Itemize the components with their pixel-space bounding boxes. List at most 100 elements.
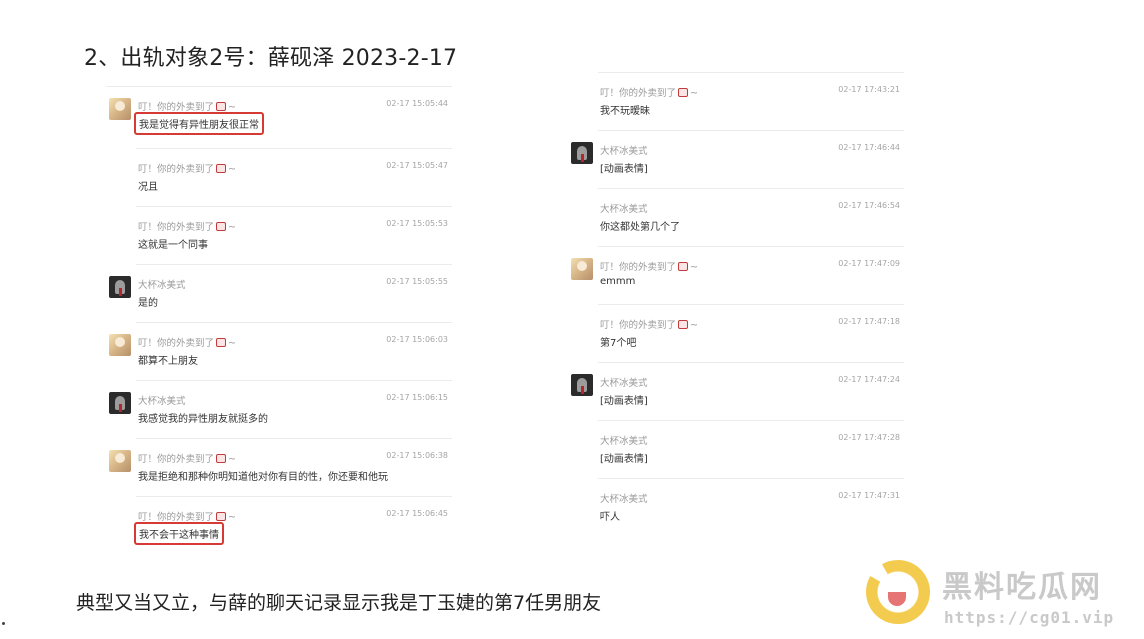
watermark-title: 黑料吃瓜网 <box>942 570 1102 605</box>
chat-message: 大杯冰美式 02-17 17:47:28 [动画表情] <box>568 420 904 478</box>
watermark-url: https://cg01.vip <box>944 608 1115 627</box>
avatar <box>571 142 593 164</box>
chat-message: 叮！你的外卖到了 ~ 02-17 15:06:38 我是拒绝和那种你明知道他对你有目的… <box>106 438 452 496</box>
takeout-box-icon <box>678 88 689 97</box>
message-divider <box>598 304 904 305</box>
message-text: 吓人 <box>600 512 620 523</box>
takeout-box-icon <box>216 102 227 111</box>
sender-name: 大杯冰美式 <box>138 396 186 407</box>
message-divider <box>598 420 904 421</box>
takeout-box-icon <box>678 262 689 271</box>
avatar <box>109 450 131 472</box>
sender-name: 大杯冰美式 <box>600 146 648 157</box>
takeout-box-icon <box>216 222 227 231</box>
message-timestamp: 02-17 17:47:09 <box>838 259 900 268</box>
message-text: 你这都处第几个了 <box>600 222 680 233</box>
message-divider <box>598 362 904 363</box>
message-timestamp: 02-17 17:47:28 <box>838 433 900 442</box>
chat-message: 叮！你的外卖到了 ~ 02-17 15:05:47 况且 <box>106 148 452 206</box>
message-divider <box>136 206 452 207</box>
message-text: 况且 <box>138 182 158 193</box>
message-timestamp: 02-17 15:06:03 <box>386 335 448 344</box>
message-timestamp: 02-17 17:47:18 <box>838 317 900 326</box>
message-text: 第7个吧 <box>600 338 637 349</box>
watermark: 黑料吃瓜网 https://cg01.vip <box>866 560 1136 632</box>
message-divider <box>136 264 452 265</box>
chat-message: 大杯冰美式 02-17 15:06:15 我感觉我的异性朋友就挺多的 <box>106 380 452 438</box>
sender-name: 叮！你的外卖到了 ~ <box>600 88 698 99</box>
message-divider <box>598 72 904 73</box>
chat-message: 叮！你的外卖到了 ~ 02-17 15:05:44 我是觉得有异性朋友很正常 <box>106 86 452 148</box>
message-timestamp: 02-17 17:46:54 <box>838 201 900 210</box>
chat-log-right: 叮！你的外卖到了 ~ 02-17 17:43:21 我不玩暧昧 大杯冰美式 02-17 1… <box>568 72 904 536</box>
message-timestamp: 02-17 17:43:21 <box>838 85 900 94</box>
highlighted-message-text: 我是觉得有异性朋友很正常 <box>134 112 264 135</box>
message-text: 都算不上朋友 <box>138 356 198 367</box>
avatar <box>109 392 131 414</box>
message-text: 我感觉我的异性朋友就挺多的 <box>138 414 268 425</box>
message-text: 我是拒绝和那种你明知道他对你有目的性，你还要和他玩 <box>138 472 388 483</box>
message-text: 这就是一个同事 <box>138 240 208 251</box>
chat-message: 叮！你的外卖到了 ~ 02-17 15:06:03 都算不上朋友 <box>106 322 452 380</box>
message-timestamp: 02-17 15:06:45 <box>386 509 448 518</box>
sender-name: 大杯冰美式 <box>600 494 648 505</box>
message-timestamp: 02-17 17:47:31 <box>838 491 900 500</box>
message-divider <box>136 496 452 497</box>
sender-name: 叮！你的外卖到了 ~ <box>138 512 236 523</box>
sender-name: 大杯冰美式 <box>138 280 186 291</box>
chat-message: 叮！你的外卖到了 ~ 02-17 17:43:21 我不玩暧昧 <box>568 72 904 130</box>
chat-message: 大杯冰美式 02-17 17:46:54 你这都处第几个了 <box>568 188 904 246</box>
takeout-box-icon <box>216 454 227 463</box>
message-timestamp: 02-17 15:05:44 <box>386 99 448 108</box>
message-divider <box>136 148 452 149</box>
message-divider <box>598 246 904 247</box>
avatar <box>109 98 131 120</box>
chat-message: 大杯冰美式 02-17 15:05:55 是的 <box>106 264 452 322</box>
page-heading: 2、出轨对象2号：薛砚泽 2023-2-17 <box>84 46 458 71</box>
chat-log-left: 叮！你的外卖到了 ~ 02-17 15:05:44 我是觉得有异性朋友很正常 叮！你的外… <box>106 86 452 558</box>
caption-text: 典型又当又立，与薛的聊天记录显示我是丁玉婕的第7任男朋友 <box>76 592 602 614</box>
message-divider <box>598 188 904 189</box>
chat-message: 叮！你的外卖到了 ~ 02-17 17:47:09 emmm <box>568 246 904 304</box>
message-text: 我不玩暧昧 <box>600 106 650 117</box>
chat-message: 叮！你的外卖到了 ~ 02-17 15:05:53 这就是一个同事 <box>106 206 452 264</box>
message-text: [动画表情] <box>600 454 648 465</box>
sender-name: 叮！你的外卖到了 ~ <box>600 262 698 273</box>
message-divider <box>598 478 904 479</box>
highlighted-message-text: 我不会干这种事情 <box>134 522 224 545</box>
avatar <box>109 334 131 356</box>
chat-message: 大杯冰美式 02-17 17:47:24 [动画表情] <box>568 362 904 420</box>
message-divider <box>136 322 452 323</box>
message-text: [动画表情] <box>600 396 648 407</box>
bullet-dot <box>2 622 5 625</box>
avatar <box>571 374 593 396</box>
sender-name: 大杯冰美式 <box>600 436 648 447</box>
message-divider <box>136 380 452 381</box>
message-timestamp: 02-17 15:06:15 <box>386 393 448 402</box>
takeout-box-icon <box>216 512 227 521</box>
chat-message: 叮！你的外卖到了 ~ 02-17 15:06:45 我不会干这种事情 <box>106 496 452 558</box>
takeout-box-icon <box>678 320 689 329</box>
message-text: 是的 <box>138 298 158 309</box>
message-timestamp: 02-17 17:46:44 <box>838 143 900 152</box>
sender-name: 大杯冰美式 <box>600 378 648 389</box>
sender-name: 叮！你的外卖到了 ~ <box>138 102 236 113</box>
message-text: emmm <box>600 276 636 287</box>
message-timestamp: 02-17 15:05:47 <box>386 161 448 170</box>
chat-message: 大杯冰美式 02-17 17:46:44 [动画表情] <box>568 130 904 188</box>
sender-name: 大杯冰美式 <box>600 204 648 215</box>
sender-name: 叮！你的外卖到了 ~ <box>138 164 236 175</box>
message-divider <box>136 438 452 439</box>
sender-name: 叮！你的外卖到了 ~ <box>600 320 698 331</box>
avatar <box>571 258 593 280</box>
avatar <box>109 276 131 298</box>
message-divider <box>598 130 904 131</box>
message-timestamp: 02-17 15:06:38 <box>386 451 448 460</box>
sender-name: 叮！你的外卖到了 ~ <box>138 454 236 465</box>
message-timestamp: 02-17 15:05:53 <box>386 219 448 228</box>
message-divider <box>106 86 452 87</box>
takeout-box-icon <box>216 338 227 347</box>
sender-name: 叮！你的外卖到了 ~ <box>138 338 236 349</box>
message-timestamp: 02-17 15:05:55 <box>386 277 448 286</box>
message-text: [动画表情] <box>600 164 648 175</box>
